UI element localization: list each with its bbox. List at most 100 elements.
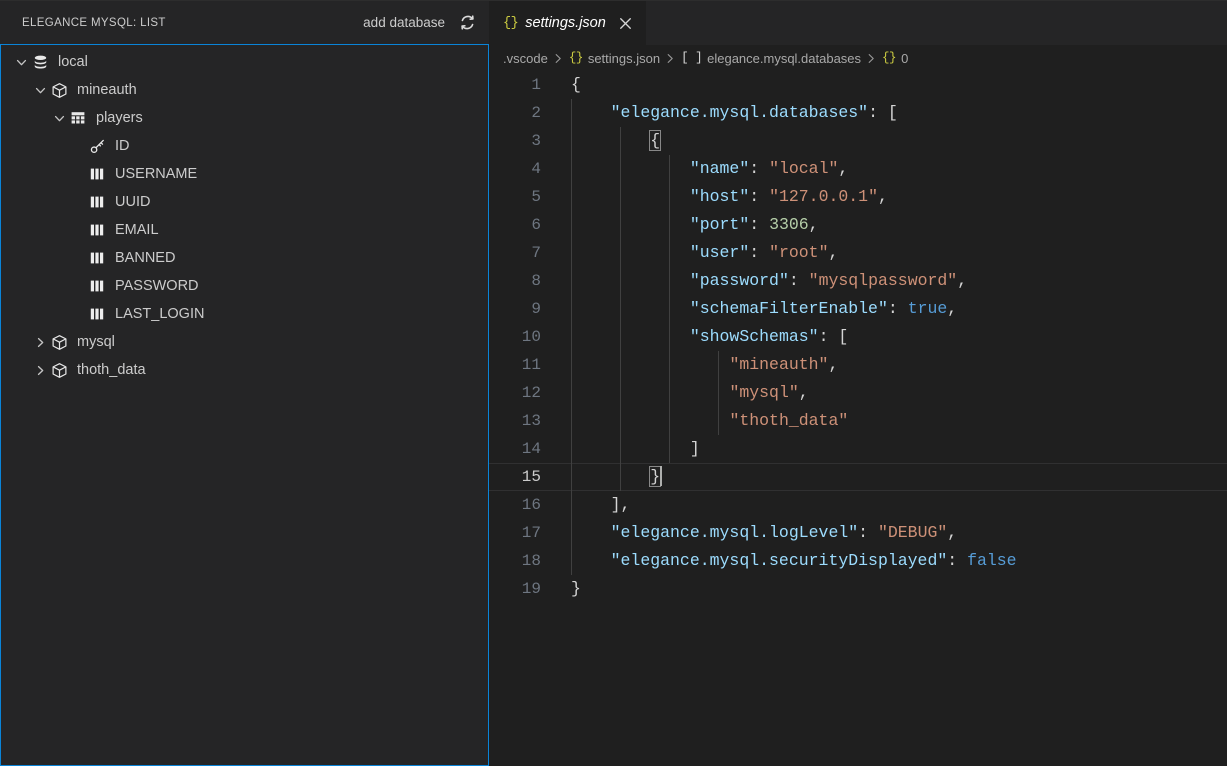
code-token: :: [749, 215, 770, 234]
tree-item-label: mineauth: [77, 82, 137, 98]
code-token: }: [571, 579, 581, 598]
code-line-text: ],: [556, 491, 1227, 519]
indent-guide: [718, 407, 719, 435]
refresh-icon[interactable]: [457, 13, 477, 33]
tree-item-id[interactable]: ID: [1, 132, 488, 160]
code-line-text: "showSchemas": [: [556, 323, 1227, 351]
code-line[interactable]: 7 "user": "root",: [489, 239, 1227, 267]
add-database-button[interactable]: add database: [363, 15, 445, 30]
indent-guide: [620, 463, 621, 491]
code-line[interactable]: 3 {: [489, 127, 1227, 155]
code-line[interactable]: 10 "showSchemas": [: [489, 323, 1227, 351]
code-editor[interactable]: 1{2 "elegance.mysql.databases": [3 {4 "n…: [489, 71, 1227, 766]
tree-item-players[interactable]: players: [1, 104, 488, 132]
code-token: :: [858, 523, 878, 542]
indent-guide: [571, 491, 572, 519]
tree-item-uuid[interactable]: UUID: [1, 188, 488, 216]
breadcrumb-label: 0: [901, 50, 909, 66]
code-token: :: [749, 159, 770, 178]
tree-item-last_login[interactable]: LAST_LOGIN: [1, 300, 488, 328]
code-line[interactable]: 5 "host": "127.0.0.1",: [489, 183, 1227, 211]
breadcrumb-item-3[interactable]: {} 0: [879, 51, 911, 66]
indent-guide: [669, 407, 670, 435]
database-tree[interactable]: local mineauth players ID USERNAME UUID EMAIL B…: [0, 44, 489, 766]
tree-item-email[interactable]: EMAIL: [1, 216, 488, 244]
breadcrumb-item-1[interactable]: {} settings.json: [566, 51, 663, 66]
code-line[interactable]: 6 "port": 3306,: [489, 211, 1227, 239]
tree-item-local[interactable]: local: [1, 48, 488, 76]
code-line[interactable]: 18 "elegance.mysql.securityDisplayed": f…: [489, 547, 1227, 575]
line-number: 8: [531, 272, 541, 290]
code-line[interactable]: 15 }: [489, 463, 1227, 491]
line-number: 6: [531, 216, 541, 234]
code-token: :: [788, 271, 809, 290]
chevron-right-icon[interactable]: [31, 333, 49, 351]
indent-guide: [669, 351, 670, 379]
indent-guide: [571, 99, 572, 127]
table-icon: [68, 109, 88, 127]
indent-guide: [669, 267, 670, 295]
indent-guide: [571, 519, 572, 547]
code-token: ,: [947, 299, 958, 318]
panel-actions: add database: [363, 13, 477, 33]
code-line[interactable]: 14 ]: [489, 435, 1227, 463]
chevron-right-icon[interactable]: [31, 361, 49, 379]
indent-guide: [571, 295, 572, 323]
code-token: ,: [808, 215, 819, 234]
tree-item-label: EMAIL: [115, 222, 159, 238]
code-line[interactable]: 4 "name": "local",: [489, 155, 1227, 183]
line-number: 4: [531, 160, 541, 178]
indent-guide: [669, 183, 670, 211]
tree-item-mineauth[interactable]: mineauth: [1, 76, 488, 104]
breadcrumb-item-2[interactable]: [ ] elegance.mysql.databases: [678, 51, 864, 66]
close-icon[interactable]: [617, 14, 635, 32]
tree-item-label: local: [58, 54, 88, 70]
page-title: ELEGANCE MYSQL: LIST: [22, 16, 166, 29]
code-line[interactable]: 8 "password": "mysqlpassword",: [489, 267, 1227, 295]
tree-item-password[interactable]: PASSWORD: [1, 272, 488, 300]
code-line[interactable]: 19}: [489, 575, 1227, 603]
code-token: "elegance.mysql.databases": [610, 103, 869, 122]
indent-guide: [669, 379, 670, 407]
line-number: 18: [521, 552, 541, 570]
tab-settings-json[interactable]: {} settings.json: [489, 1, 646, 45]
tree-item-thoth_data[interactable]: thoth_data: [1, 356, 488, 384]
code-line[interactable]: 17 "elegance.mysql.logLevel": "DEBUG",: [489, 519, 1227, 547]
editor-group: {} settings.json .vscode {} settings.json […: [489, 0, 1227, 766]
code-line[interactable]: 1{: [489, 71, 1227, 99]
code-line-text: {: [556, 71, 1227, 99]
code-line[interactable]: 11 "mineauth",: [489, 351, 1227, 379]
indent-guide: [620, 183, 621, 211]
code-line[interactable]: 12 "mysql",: [489, 379, 1227, 407]
tree-item-banned[interactable]: BANNED: [1, 244, 488, 272]
chevron-down-icon[interactable]: [31, 81, 49, 99]
editor-vertical-scrollbar[interactable]: [1213, 71, 1227, 766]
chevron-down-icon[interactable]: [50, 109, 68, 127]
code-line[interactable]: 9 "schemaFilterEnable": true,: [489, 295, 1227, 323]
code-token: "thoth_data": [729, 411, 849, 430]
tree-item-mysql[interactable]: mysql: [1, 328, 488, 356]
indent-guide: [620, 379, 621, 407]
code-line[interactable]: 2 "elegance.mysql.databases": [: [489, 99, 1227, 127]
code-token: "user": [689, 243, 750, 262]
code-token: "host": [689, 187, 750, 206]
indent-guide: [669, 323, 670, 351]
code-content: 1{2 "elegance.mysql.databases": [3 {4 "n…: [489, 71, 1227, 603]
tree-item-username[interactable]: USERNAME: [1, 160, 488, 188]
indent-guide: [620, 127, 621, 155]
code-token: :: [818, 327, 839, 346]
json-object-icon: {}: [568, 51, 584, 65]
code-line[interactable]: 16 ],: [489, 491, 1227, 519]
breadcrumb-item-0[interactable]: .vscode: [500, 51, 551, 66]
tree-item-label: mysql: [77, 334, 115, 350]
breadcrumb[interactable]: .vscode {} settings.json [ ] elegance.mysql.…: [489, 45, 1227, 71]
chevron-down-icon[interactable]: [12, 53, 30, 71]
code-token: "password": [689, 271, 789, 290]
json-object-icon: {}: [882, 51, 897, 65]
code-line[interactable]: 13 "thoth_data": [489, 407, 1227, 435]
code-line-text: "elegance.mysql.logLevel": "DEBUG",: [556, 519, 1227, 547]
